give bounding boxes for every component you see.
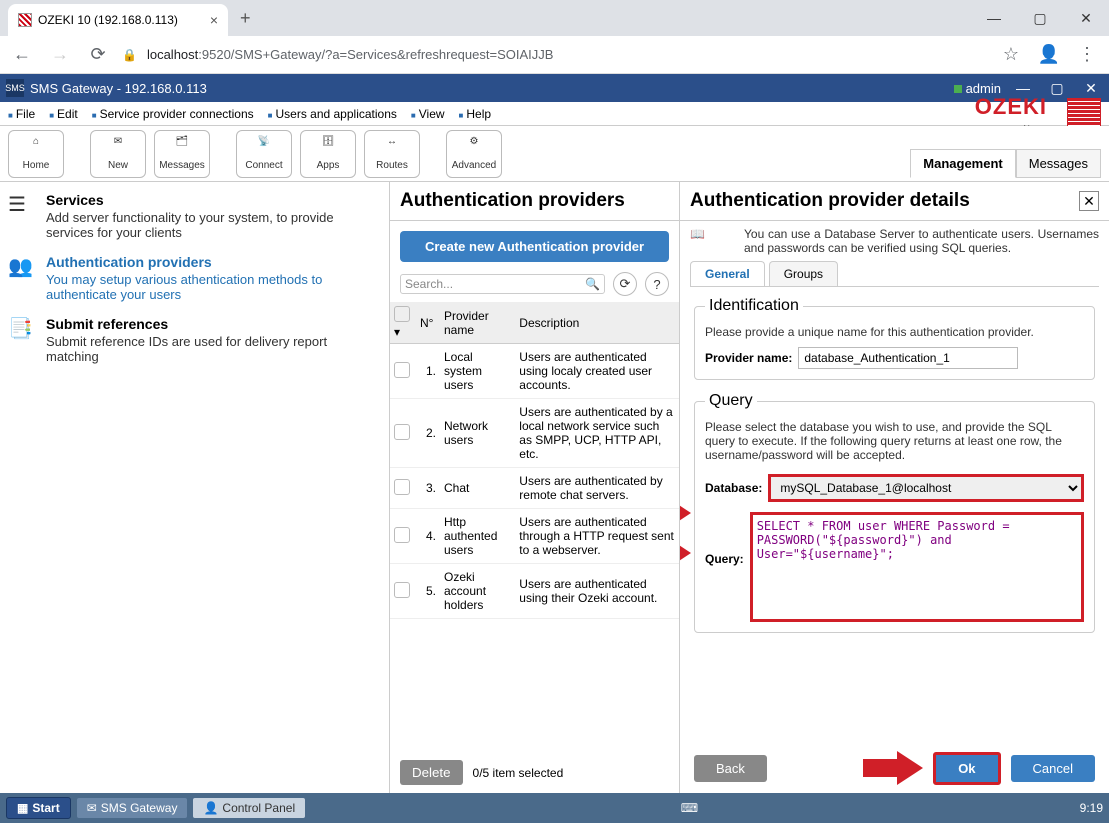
clock: 9:19 [1080,801,1103,815]
search-input[interactable]: Search... 🔍 [400,274,605,294]
menu-users-apps[interactable]: ■Users and applications [268,107,397,121]
app-titlebar: SMS SMS Gateway - 192.168.0.113 admin — … [0,74,1109,102]
annotation-arrow-icon [680,496,691,530]
menu-help[interactable]: ■Help [459,107,492,121]
tab-management[interactable]: Management [910,149,1015,178]
app-close-icon[interactable]: ✕ [1079,80,1103,97]
profile-icon[interactable]: 👤 [1035,44,1063,65]
help-icon[interactable]: ? [645,272,669,296]
back-icon[interactable]: ← [8,44,36,65]
tab-general[interactable]: General [690,261,765,286]
menu-icon[interactable]: ⋮ [1073,44,1101,65]
table-row[interactable]: 5.Ozeki account holdersUsers are authent… [390,564,679,619]
query-fieldset: Query Please select the database you wis… [694,392,1095,633]
refs-icon: 📑 [8,316,36,364]
provider-name-input[interactable] [798,347,1018,369]
details-panel: Authentication provider details ✕ 📖 You … [680,182,1109,793]
select-all-checkbox[interactable] [394,306,410,322]
minimize-icon[interactable]: — [971,0,1017,36]
main-tabs: Management Messages [910,149,1101,178]
providers-panel: Authentication providers Create new Auth… [390,182,680,793]
providers-table: ▾ N° Provider name Description 1.Local s… [390,302,679,752]
close-icon[interactable]: ✕ [1063,0,1109,36]
favicon [18,13,32,27]
details-header: Authentication provider details [690,190,1079,212]
menu-view[interactable]: ■View [411,107,445,121]
window-controls: — ▢ ✕ [971,0,1109,36]
keyboard-icon[interactable]: ⌨ [681,801,698,815]
create-provider-button[interactable]: Create new Authentication provider [400,231,669,262]
tab-close-icon[interactable]: × [210,12,218,28]
selection-count: 0/5 item selected [473,766,564,780]
menu-edit[interactable]: ■Edit [49,107,78,121]
row-checkbox[interactable] [394,424,410,440]
database-icon: 📖 [690,227,734,255]
app-maximize-icon[interactable]: ▢ [1045,80,1069,97]
browser-address-bar: ← → ⟳ 🔒 localhost:9520/SMS+Gateway/?a=Se… [0,36,1109,74]
users-icon: 👥 [8,254,36,302]
app-icon: SMS [6,79,24,97]
taskbar-control-panel[interactable]: 👤Control Panel [193,798,305,818]
tab-title: OZEKI 10 (192.168.0.113) [38,13,178,27]
row-checkbox[interactable] [394,479,410,495]
start-button[interactable]: ▦Start [6,797,71,819]
cancel-button[interactable]: Cancel [1011,755,1095,782]
table-row[interactable]: 4.Http authented usersUsers are authenti… [390,509,679,564]
row-checkbox[interactable] [394,527,410,543]
lock-icon[interactable]: 🔒 [122,48,137,62]
annotation-arrow-icon [863,751,923,785]
services-icon: ☰ [8,192,36,240]
search-icon[interactable]: 🔍 [585,277,600,291]
table-row[interactable]: 1.Local system usersUsers are authentica… [390,344,679,399]
row-checkbox[interactable] [394,582,410,598]
app-title: SMS Gateway - 192.168.0.113 [30,81,207,96]
connect-button[interactable]: 📡Connect [236,130,292,178]
table-row[interactable]: 2.Network usersUsers are authenticated b… [390,399,679,468]
url-input[interactable]: localhost:9520/SMS+Gateway/?a=Services&r… [147,47,987,62]
messages-button[interactable]: 🗂Messages [154,130,210,178]
providers-header: Authentication providers [390,182,679,221]
new-button[interactable]: ✉New [90,130,146,178]
annotation-arrow-icon [680,536,691,570]
star-icon[interactable]: ☆ [997,44,1025,65]
menubar: ■File ■Edit ■Service provider connection… [0,102,1109,126]
query-textarea[interactable]: SELECT * FROM user WHERE Password = PASS… [750,512,1084,622]
toolbar: ⌂Home ✉New 🗂Messages 📡Connect 🗄Apps ↔Rou… [0,126,1109,182]
tab-messages[interactable]: Messages [1016,149,1101,178]
taskbar-sms-gateway[interactable]: ✉SMS Gateway [77,798,188,818]
row-checkbox[interactable] [394,362,410,378]
maximize-icon[interactable]: ▢ [1017,0,1063,36]
grid-icon: ▦ [17,801,28,815]
routes-button[interactable]: ↔Routes [364,130,420,178]
advanced-button[interactable]: ⚙Advanced [446,130,502,178]
main-area: ☰ ServicesAdd server functionality to yo… [0,182,1109,793]
home-button[interactable]: ⌂Home [8,130,64,178]
sidebar: ☰ ServicesAdd server functionality to yo… [0,182,390,793]
back-button[interactable]: Back [694,755,767,782]
tab-groups[interactable]: Groups [769,261,838,286]
sidebar-item-services[interactable]: ☰ ServicesAdd server functionality to yo… [8,192,381,240]
browser-titlebar: OZEKI 10 (192.168.0.113) × + — ▢ ✕ [0,0,1109,36]
identification-fieldset: Identification Please provide a unique n… [694,297,1095,380]
sidebar-item-auth-providers[interactable]: 👥 Authentication providersYou may setup … [8,254,381,302]
delete-button[interactable]: Delete [400,760,463,785]
taskbar: ▦Start ✉SMS Gateway 👤Control Panel ⌨ 9:1… [0,793,1109,823]
apps-button[interactable]: 🗄Apps [300,130,356,178]
forward-icon[interactable]: → [46,44,74,65]
refresh-icon[interactable]: ⟳ [613,272,637,296]
table-row[interactable]: 3.ChatUsers are authenticated by remote … [390,468,679,509]
details-close-icon[interactable]: ✕ [1079,191,1099,211]
sidebar-item-submit-refs[interactable]: 📑 Submit referencesSubmit reference IDs … [8,316,381,364]
menu-service-provider[interactable]: ■Service provider connections [92,107,254,121]
ok-button[interactable]: Ok [933,752,1000,785]
menu-file[interactable]: ■File [8,107,35,121]
new-tab-icon[interactable]: + [240,8,251,29]
browser-tab[interactable]: OZEKI 10 (192.168.0.113) × [8,4,228,36]
database-select[interactable]: mySQL_Database_1@localhost [768,474,1084,502]
logo-grid-icon [1067,98,1101,130]
reload-icon[interactable]: ⟳ [84,44,112,65]
